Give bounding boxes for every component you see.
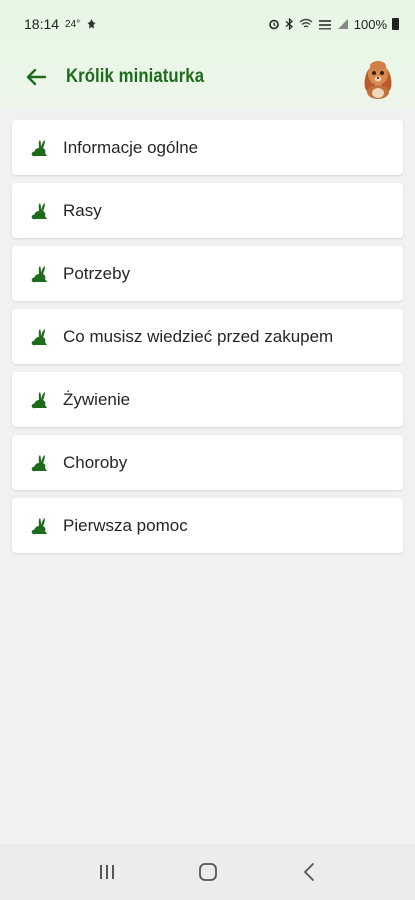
status-temperature: 24° [65,18,81,30]
menu-item-label: Co musisz wiedzieć przed zakupem [63,326,334,346]
menu-item-pierwsza-pomoc[interactable]: Pierwsza pomoc [12,498,403,553]
recent-apps-icon [99,865,114,879]
page-title: Królik miniaturka [66,66,205,87]
arrow-left-icon [26,68,47,86]
menu-item-label: Rasy [63,200,102,220]
menu-item-przed-zakupem[interactable]: Co musisz wiedzieć przed zakupem [12,309,403,364]
status-time: 18:14 [24,16,60,32]
menu-item-zywienie[interactable]: Żywienie [12,372,403,427]
battery-icon [392,18,399,30]
alarm-icon [268,19,279,30]
menu-item-rasy[interactable]: Rasy [12,183,403,238]
rabbit-icon [29,263,51,285]
menu-item-label: Pierwsza pomoc [63,515,188,535]
system-nav-bar [0,844,415,900]
back-icon [303,863,314,881]
rabbit-icon [29,200,51,222]
menu-item-label: Żywienie [63,389,131,409]
battery-percent: 100% [353,16,387,32]
menu-item-label: Informacje ogólne [63,137,199,157]
menu-item-informacje-ogolne[interactable]: Informacje ogólne [12,120,403,175]
status-bar: 18:14 24° 100% [0,0,415,48]
back-button[interactable] [18,59,54,95]
lte-icon [318,20,331,30]
menu-item-potrzeby[interactable]: Potrzeby [12,246,403,301]
home-button[interactable] [188,852,228,892]
rabbit-avatar-icon [364,61,392,99]
rabbit-icon [29,326,51,348]
nav-back-button[interactable] [289,852,329,892]
home-icon [198,863,217,881]
rabbit-icon [29,515,51,537]
signal-icon [337,19,348,29]
notification-icon [87,19,96,29]
rabbit-icon [29,137,51,159]
wifi-icon [299,18,313,28]
menu-item-choroby[interactable]: Choroby [12,435,403,490]
app-bar: Królik miniaturka [0,48,415,106]
menu-item-label: Potrzeby [63,263,131,283]
menu-item-label: Choroby [63,452,128,472]
rabbit-icon [29,389,51,411]
bluetooth-icon [285,18,293,30]
recent-apps-button[interactable] [87,852,127,892]
rabbit-icon [29,452,51,474]
menu-list: Informacje ogólne Rasy Potrzeby Co musis… [12,120,403,561]
